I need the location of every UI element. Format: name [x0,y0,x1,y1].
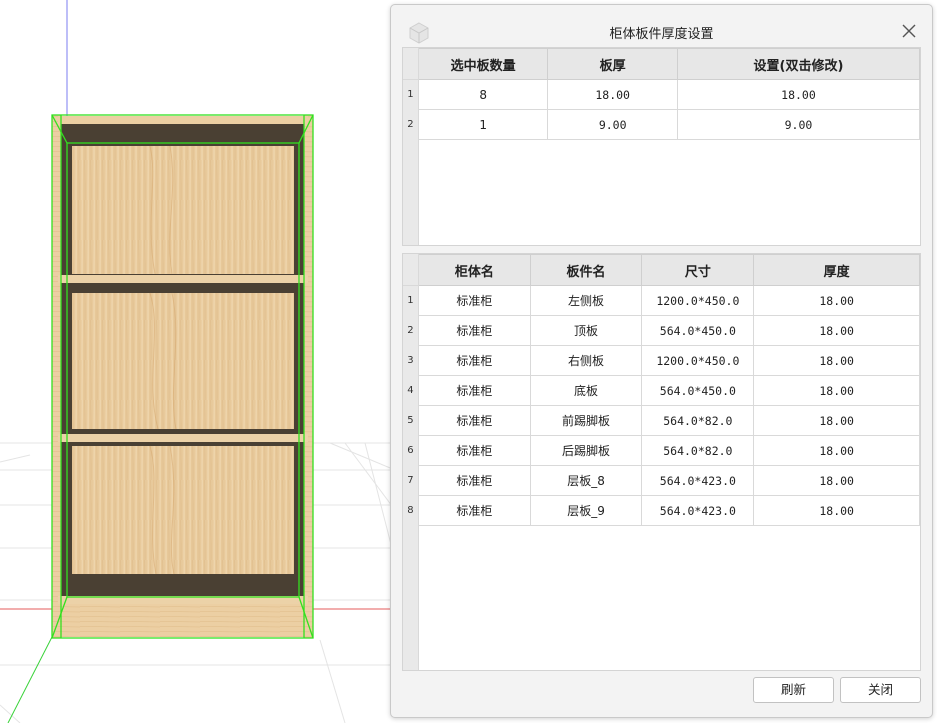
row-number: 7 [403,465,419,496]
row-number: 2 [403,315,419,346]
thickness-table: 选中板数量 板厚 设置(双击修改) 1 8 18.00 18.00 2 1 9.00 9.00 [403,48,920,140]
row-number: 2 [403,109,419,140]
column-header[interactable]: 柜体名 [417,254,531,286]
selected-count-cell[interactable]: 8 [417,79,549,110]
table-header-row: 柜体名 板件名 尺寸 厚度 [403,254,920,286]
selected-count-cell[interactable]: 1 [417,109,549,140]
table-row[interactable]: 6 标准柜 后踢脚板 564.0*82.0 18.00 [403,435,920,466]
column-header[interactable]: 板厚 [547,48,678,80]
thickness-cell[interactable]: 18.00 [753,495,920,526]
size-cell[interactable]: 564.0*450.0 [641,375,755,406]
close-button[interactable]: 关闭 [840,677,921,703]
row-number: 5 [403,405,419,436]
panel-name-cell[interactable]: 后踢脚板 [529,435,643,466]
panel-name-cell[interactable]: 前踢脚板 [529,405,643,436]
setting-cell[interactable]: 18.00 [676,79,920,110]
setting-cell[interactable]: 9.00 [676,109,920,140]
table-row[interactable]: 8 标准柜 层板_9 564.0*423.0 18.00 [403,495,920,526]
panel-name-cell[interactable]: 底板 [529,375,643,406]
thickness-grid[interactable]: 选中板数量 板厚 设置(双击修改) 1 8 18.00 18.00 2 1 9.00 9.00 [402,47,921,246]
cabinet-name-cell[interactable]: 标准柜 [417,495,531,526]
thickness-cell[interactable]: 18.00 [753,375,920,406]
table-header-row: 选中板数量 板厚 设置(双击修改) [403,48,920,80]
table-row[interactable]: 7 标准柜 层板_8 564.0*423.0 18.00 [403,465,920,496]
thickness-cell[interactable]: 18.00 [753,285,920,316]
size-cell[interactable]: 1200.0*450.0 [641,345,755,376]
panel-name-cell[interactable]: 层板_8 [529,465,643,496]
table-row[interactable]: 2 1 9.00 9.00 [403,109,920,140]
panel-name-cell[interactable]: 左侧板 [529,285,643,316]
row-number: 4 [403,375,419,406]
cabinet-name-cell[interactable]: 标准柜 [417,345,531,376]
column-header[interactable]: 板件名 [529,254,643,286]
size-cell[interactable]: 564.0*450.0 [641,315,755,346]
row-number: 1 [403,285,419,316]
table-row[interactable]: 2 标准柜 顶板 564.0*450.0 18.00 [403,315,920,346]
size-cell[interactable]: 564.0*82.0 [641,405,755,436]
panel-name-cell[interactable]: 顶板 [529,315,643,346]
header-corner [403,48,419,80]
refresh-button[interactable]: 刷新 [753,677,834,703]
dialog-title: 柜体板件厚度设置 [609,27,714,42]
thickness-cell[interactable]: 18.00 [547,79,678,110]
cabinet-name-cell[interactable]: 标准柜 [417,375,531,406]
size-cell[interactable]: 564.0*423.0 [641,495,755,526]
column-header[interactable]: 设置(双击修改) [676,48,920,80]
thickness-cell[interactable]: 18.00 [753,345,920,376]
column-header[interactable]: 厚度 [753,254,920,286]
thickness-cell[interactable]: 9.00 [547,109,678,140]
table-row[interactable]: 1 8 18.00 18.00 [403,79,920,110]
panel-name-cell[interactable]: 层板_9 [529,495,643,526]
table-row[interactable]: 4 标准柜 底板 564.0*450.0 18.00 [403,375,920,406]
row-number: 8 [403,495,419,526]
table-row[interactable]: 5 标准柜 前踢脚板 564.0*82.0 18.00 [403,405,920,436]
panel-table: 柜体名 板件名 尺寸 厚度 1 标准柜 左侧板 1200.0*450.0 18.00 2 标… [403,254,920,526]
panel-thickness-dialog[interactable]: 柜体板件厚度设置 选中板数量 板厚 设置(双击修改) 1 8 18.00 18.00 2… [390,4,933,718]
cabinet-name-cell[interactable]: 标准柜 [417,435,531,466]
close-icon[interactable] [901,23,917,39]
panel-grid[interactable]: 柜体名 板件名 尺寸 厚度 1 标准柜 左侧板 1200.0*450.0 18.00 2 标… [402,253,921,671]
cabinet-name-cell[interactable]: 标准柜 [417,285,531,316]
row-number: 1 [403,79,419,110]
column-header[interactable]: 尺寸 [641,254,755,286]
thickness-cell[interactable]: 18.00 [753,465,920,496]
thickness-cell[interactable]: 18.00 [753,405,920,436]
cabinet-name-cell[interactable]: 标准柜 [417,315,531,346]
size-cell[interactable]: 564.0*423.0 [641,465,755,496]
thickness-cell[interactable]: 18.00 [753,315,920,346]
column-header[interactable]: 选中板数量 [417,48,549,80]
axis-y-line [7,636,53,723]
header-corner [403,254,419,286]
size-cell[interactable]: 1200.0*450.0 [641,285,755,316]
cabinet-model[interactable] [51,114,314,639]
row-number: 6 [403,435,419,466]
panel-name-cell[interactable]: 右侧板 [529,345,643,376]
cabinet-name-cell[interactable]: 标准柜 [417,465,531,496]
row-number: 3 [403,345,419,376]
cabinet-name-cell[interactable]: 标准柜 [417,405,531,436]
table-row[interactable]: 1 标准柜 左侧板 1200.0*450.0 18.00 [403,285,920,316]
table-row[interactable]: 3 标准柜 右侧板 1200.0*450.0 18.00 [403,345,920,376]
size-cell[interactable]: 564.0*82.0 [641,435,755,466]
thickness-cell[interactable]: 18.00 [753,435,920,466]
